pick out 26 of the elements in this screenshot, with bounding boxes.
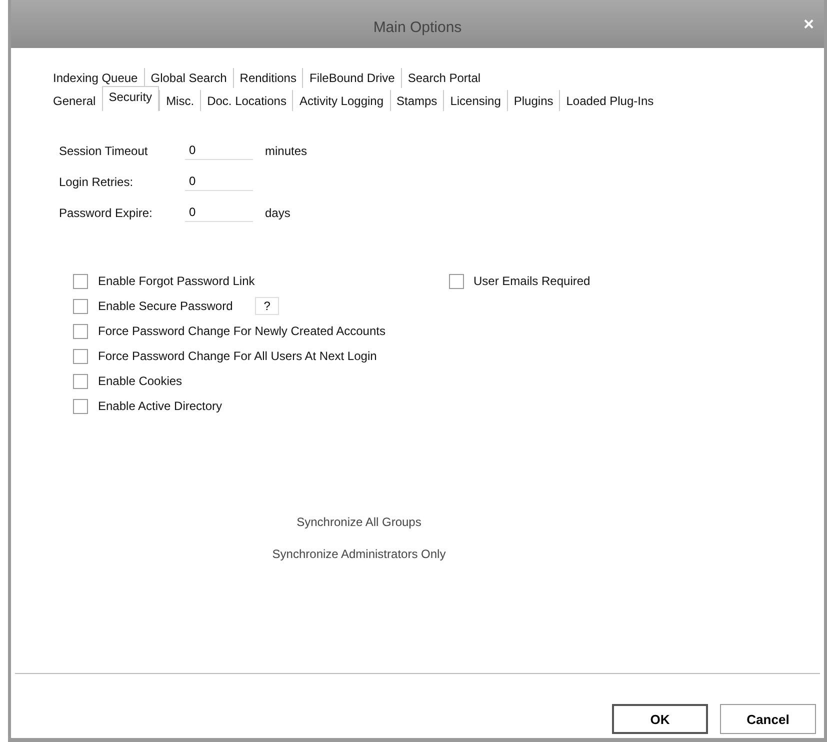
checkbox[interactable] xyxy=(73,274,88,288)
window-title: Main Options xyxy=(373,18,462,36)
checkbox[interactable] xyxy=(73,324,88,338)
checkbox[interactable] xyxy=(448,274,464,288)
checkbox[interactable] xyxy=(73,348,88,364)
checkbox-label: Enable Cookies xyxy=(98,374,182,388)
dialog-button[interactable]: Cancel xyxy=(720,704,816,734)
unit-label: days xyxy=(265,206,290,220)
field-label: Session Timeout xyxy=(59,144,149,158)
checkbox[interactable] xyxy=(73,398,88,414)
sync-button[interactable]: Synchronize Administrators Only xyxy=(272,547,446,561)
field-label: Password Expire: xyxy=(59,206,154,220)
checkbox-label: Enable Active Directory xyxy=(98,399,222,413)
field-label: Login Retries: xyxy=(59,174,134,188)
checkbox[interactable] xyxy=(73,374,88,388)
checkbox-label: Force Password Change For Newly Created Accounts xyxy=(98,324,386,338)
dialog-button[interactable]: OK xyxy=(612,704,708,734)
sync-button[interactable]: Synchronize All Groups xyxy=(296,515,422,529)
checkbox-label: User Emails Required xyxy=(474,274,590,288)
checkbox-label: Force Password Change For All Users At Next Login xyxy=(98,349,377,363)
tab[interactable]: Security xyxy=(102,86,160,111)
checkbox[interactable] xyxy=(73,298,88,314)
checkbox-label: Enable Secure Password xyxy=(98,299,233,313)
help-button[interactable]: ? xyxy=(254,297,280,315)
checkbox-label: Enable Forgot Password Link xyxy=(98,274,255,288)
unit-label: minutes xyxy=(265,144,308,158)
